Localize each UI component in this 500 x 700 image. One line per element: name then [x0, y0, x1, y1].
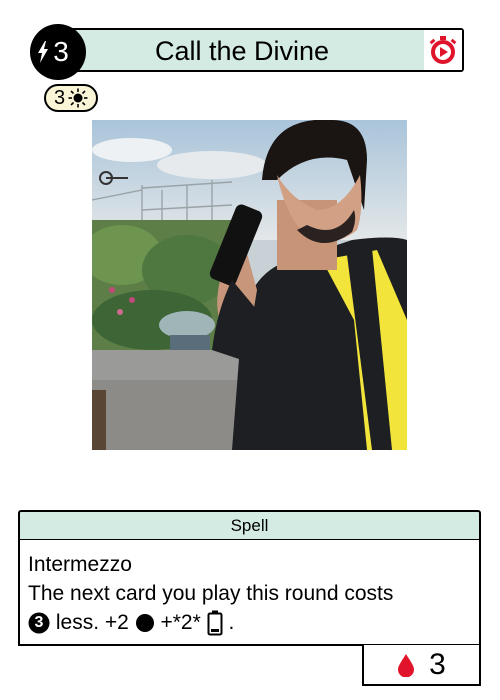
- stat-value: 3: [429, 647, 446, 681]
- card-type-line: Spell: [18, 510, 481, 541]
- lightning-bolt-icon: [38, 41, 48, 63]
- rules-line-2: 3 less. +2 +*2* .: [28, 608, 479, 637]
- rules-reduction-amount: 3: [34, 614, 44, 632]
- timer-icon: [429, 36, 457, 64]
- secondary-cost-pill: 3: [44, 84, 98, 112]
- keyword-line: Intermezzo: [28, 553, 132, 576]
- sun-icon: [68, 88, 88, 108]
- card-artwork: [92, 120, 407, 450]
- cost-circle: 3: [30, 24, 86, 80]
- number-three-circle-icon: 3: [28, 612, 50, 634]
- card-title-bar: Call the Divine: [60, 28, 464, 72]
- rules-text-c: .: [228, 611, 235, 634]
- card-title: Call the Divine: [154, 36, 330, 66]
- rules-text-b: +*2*: [160, 611, 201, 634]
- black-circle-icon: [135, 614, 154, 633]
- rules-text-box: Intermezzo The next card you play this r…: [18, 540, 481, 646]
- artwork-illustration: [92, 120, 407, 450]
- cost-value: 3: [53, 36, 69, 67]
- rules-line-1: The next card you play this round costs: [28, 582, 394, 605]
- rules-text-a: less. +2: [55, 611, 129, 634]
- timer-icon-box: [424, 30, 462, 70]
- blood-drop-icon: [398, 653, 415, 677]
- battery-icon: [207, 610, 223, 636]
- stat-box: 3: [362, 645, 481, 686]
- secondary-cost-value: 3: [53, 86, 66, 109]
